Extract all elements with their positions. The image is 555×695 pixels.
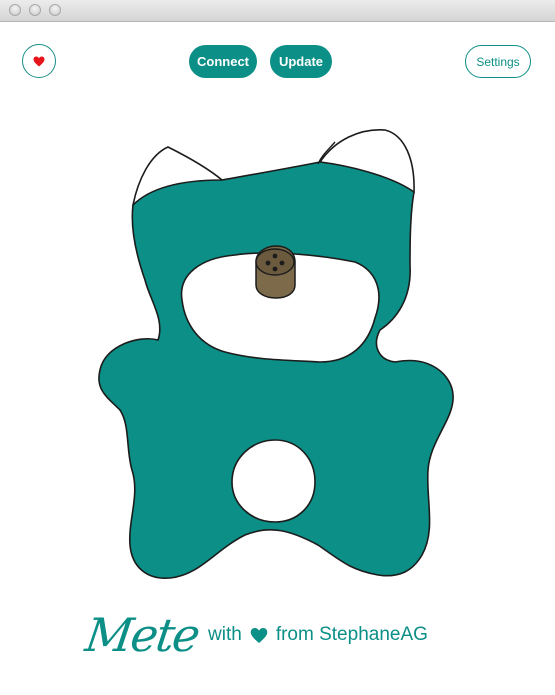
heart-icon	[250, 627, 268, 643]
with-label: with	[208, 624, 242, 645]
bear-illustration	[98, 129, 454, 579]
mete-logo: Mete	[82, 608, 202, 662]
app-window: Connect Update Settings Mete with from S…	[0, 0, 555, 695]
bear-nose	[255, 245, 296, 299]
from-label: from StephaneAG	[275, 624, 428, 645]
belly-cutout	[231, 439, 316, 523]
footer-credit: Mete with from StephaneAG	[82, 605, 428, 665]
